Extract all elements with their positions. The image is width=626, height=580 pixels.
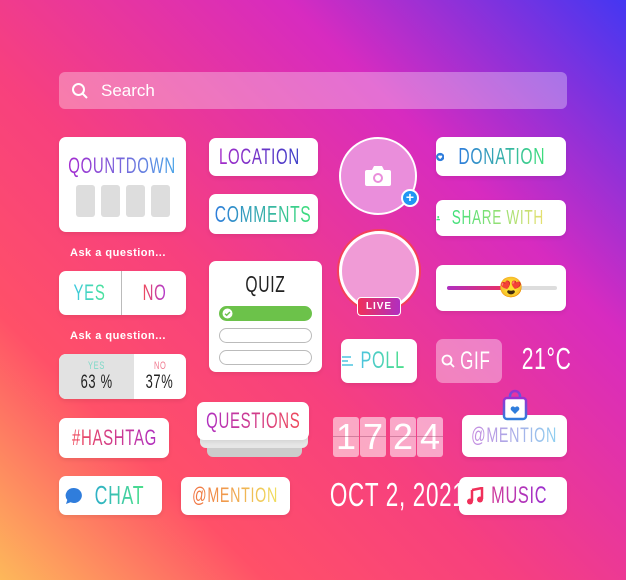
yes-no-sticker: YES NO: [59, 271, 186, 315]
no-result-percent: 37%: [146, 371, 174, 393]
timer-sticker[interactable]: 1 7 2 4: [333, 416, 445, 457]
share-with-label: SHARE WITH: [452, 206, 545, 229]
mention-shop-sticker[interactable]: @MENTION: [462, 415, 567, 457]
check-icon: [222, 308, 233, 319]
location-label: LOCATION: [219, 144, 300, 169]
chat-sticker[interactable]: CHAT: [59, 476, 162, 515]
countdown-slots: [75, 184, 170, 217]
mention-sticker[interactable]: @MENTION: [181, 477, 290, 515]
music-sticker[interactable]: MUSIC: [459, 477, 567, 515]
slider-track[interactable]: 😍: [447, 277, 557, 299]
countdown-title: QOUNTDOWN: [68, 152, 177, 178]
questions-sticker[interactable]: QUESTIONS: [197, 402, 309, 440]
live-badge: LIVE: [357, 297, 401, 316]
quiz-title: QUIZ: [245, 271, 286, 297]
shopping-bag-icon: [502, 389, 528, 421]
ask-question-label: Ask a question...: [70, 247, 166, 259]
mention-shop-label: @MENTION: [471, 424, 558, 447]
questions-label: QUESTIONS: [205, 408, 301, 433]
heart-icon: [436, 152, 445, 161]
share-with-sticker[interactable]: SHARE WITH: [436, 200, 566, 236]
poll-sticker[interactable]: POLL: [341, 339, 417, 383]
person-icon: [436, 216, 441, 221]
comments-label: COMMENTS: [215, 200, 312, 227]
donation-label: DONATION: [458, 143, 546, 169]
mention-label: @MENTION: [192, 484, 279, 507]
temperature-sticker[interactable]: 21°C: [510, 341, 583, 377]
search-icon: [72, 82, 88, 99]
search-icon: [441, 354, 455, 368]
camera-sticker[interactable]: +: [339, 137, 419, 215]
location-sticker[interactable]: LOCATION: [209, 138, 318, 176]
quiz-sticker[interactable]: QUIZ: [209, 261, 322, 372]
donation-sticker[interactable]: DONATION: [436, 137, 566, 176]
countdown-sticker[interactable]: QOUNTDOWN: [59, 137, 186, 232]
ask-question-label-2: Ask a question...: [70, 330, 166, 342]
quiz-option[interactable]: [219, 328, 312, 343]
timer-digit: 7: [360, 416, 386, 457]
emoji-slider-sticker[interactable]: 😍: [436, 265, 566, 311]
search-placeholder: Search: [101, 80, 155, 100]
no-option[interactable]: NO: [122, 271, 186, 315]
list-icon: [342, 356, 354, 366]
no-result: NO 37%: [134, 354, 186, 399]
hashtag-sticker[interactable]: #HASHTAG: [59, 418, 169, 458]
camera-icon: [365, 166, 391, 186]
yes-label: YES: [74, 280, 106, 305]
no-label: NO: [142, 280, 166, 305]
yes-result-label: YES: [87, 359, 105, 372]
timer-digit: 2: [390, 416, 416, 457]
plus-icon[interactable]: +: [401, 189, 419, 207]
poll-label: POLL: [360, 347, 406, 374]
gif-label: GIF: [459, 346, 491, 375]
quiz-option-correct[interactable]: [219, 306, 312, 321]
chat-bubble-icon: [65, 487, 82, 504]
poll-result-sticker: YES 63 % NO 37%: [59, 354, 186, 399]
no-result-label: NO: [153, 359, 167, 372]
music-label: MUSIC: [491, 482, 547, 509]
music-note-icon: [466, 487, 484, 505]
date-value: OCT 2, 2021: [329, 476, 466, 513]
date-sticker[interactable]: OCT 2, 2021: [298, 476, 465, 514]
timer-digit: 4: [417, 416, 443, 457]
quiz-option[interactable]: [219, 350, 312, 365]
search-bar[interactable]: Search: [59, 72, 567, 109]
hashtag-label: #HASHTAG: [71, 425, 157, 450]
slider-emoji-thumb[interactable]: 😍: [499, 276, 524, 300]
timer-digit: 1: [333, 416, 359, 457]
comments-sticker[interactable]: COMMENTS: [209, 194, 318, 234]
temperature-value: 21°C: [521, 341, 572, 376]
yes-option[interactable]: YES: [59, 271, 122, 315]
chat-label: CHAT: [94, 480, 145, 510]
yes-result: YES 63 %: [59, 354, 134, 399]
yes-result-percent: 63 %: [80, 371, 113, 393]
gif-sticker[interactable]: GIF: [436, 339, 502, 383]
